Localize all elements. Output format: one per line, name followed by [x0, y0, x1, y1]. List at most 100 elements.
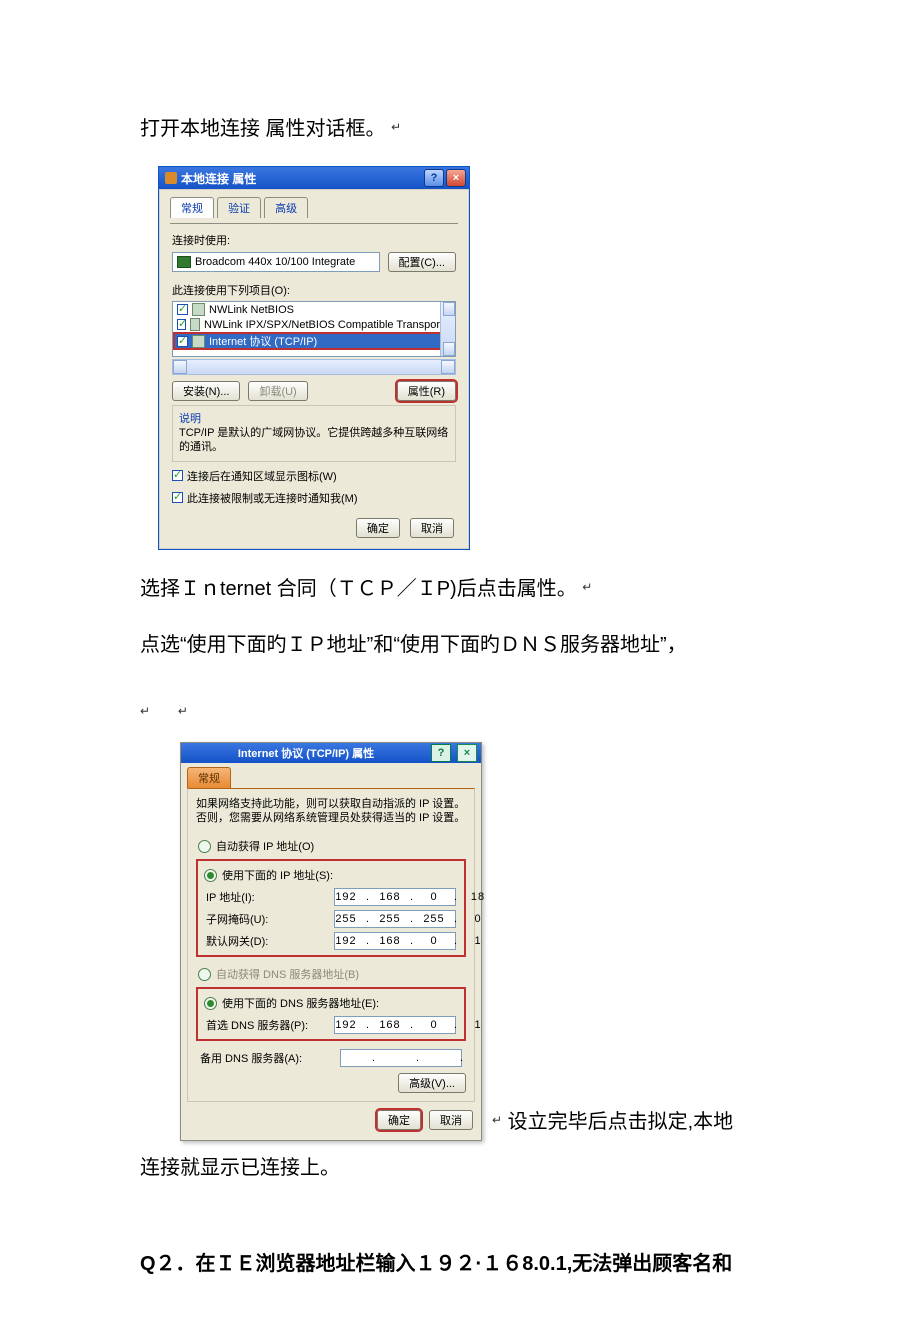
checkbox-icon[interactable] — [172, 492, 183, 503]
general-panel: 连接时使用: Broadcom 440x 10/100 Integrate 配置… — [170, 223, 458, 510]
checkbox-icon[interactable] — [172, 470, 183, 481]
preferred-dns-row: 首选 DNS 服务器(P): 192. 168. 0. 1 — [202, 1014, 460, 1036]
field-label: 默认网关(D): — [206, 933, 268, 949]
subnet-mask-input[interactable]: 255. 255. 255. 0 — [334, 910, 456, 928]
list-item-label: NWLink NetBIOS — [209, 304, 294, 316]
paragraph-mark-icon: ↵ — [582, 576, 592, 599]
items-label: 此连接使用下列项目(O): — [172, 282, 456, 298]
radio-label: 使用下面的 DNS 服务器地址(E): — [222, 995, 379, 1011]
radio-use-dns[interactable]: 使用下面的 DNS 服务器地址(E): — [202, 992, 460, 1014]
description-group: 说明 TCP/IP 是默认的广域网协议。它提供跨越多种互联网络的通讯。 — [172, 405, 456, 462]
checkbox-icon[interactable] — [177, 336, 188, 347]
paragraph-mark-icon: ↵ — [140, 700, 150, 723]
cancel-button[interactable]: 取消 — [410, 518, 454, 538]
general-panel: 如果网络支持此功能，则可以获取自动指派的 IP 设置。否则，您需要从网络系统管理… — [187, 788, 475, 1103]
radio-icon[interactable] — [204, 869, 217, 882]
dialog-titlebar[interactable]: Internet 协议 (TCP/IP) 属性 ? × — [181, 743, 481, 763]
connection-icon — [165, 172, 177, 184]
description-title: 说明 — [179, 410, 449, 426]
adapter-name: Broadcom 440x 10/100 Integrate — [195, 256, 355, 268]
dialog2-row: Internet 协议 (TCP/IP) 属性 ? × 常规 如果网络支持此功能… — [180, 742, 840, 1142]
list-item[interactable]: NWLink NetBIOS — [173, 302, 455, 317]
gateway-row: 默认网关(D): 192. 168. 0. 1 — [202, 930, 460, 952]
document-page: 打开本地连接 属性对话框。 ↵ 本地连接 属性 ? × 常规 验证 高级 连接时… — [0, 0, 920, 1336]
protocol-icon — [192, 303, 205, 316]
help-button[interactable]: ? — [424, 169, 444, 187]
horizontal-scrollbar[interactable] — [172, 359, 456, 375]
install-button[interactable]: 安装(N)... — [172, 381, 240, 401]
dialog-title-text: 本地连接 属性 — [181, 170, 256, 187]
alternate-dns-input[interactable]: . . . — [340, 1049, 462, 1067]
tab-auth[interactable]: 验证 — [217, 197, 261, 218]
cancel-button[interactable]: 取消 — [429, 1110, 473, 1130]
ip-address-input[interactable]: 192. 168. 0. 18 — [334, 888, 456, 906]
tab-advanced[interactable]: 高级 — [264, 197, 308, 218]
ok-button[interactable]: 确定 — [356, 518, 400, 538]
tab-general[interactable]: 常规 — [170, 197, 214, 218]
field-label: 首选 DNS 服务器(P): — [206, 1017, 308, 1033]
doc-paragraph: ↵ ↵ — [140, 694, 840, 732]
ok-button[interactable]: 确定 — [377, 1110, 421, 1130]
properties-button[interactable]: 属性(R) — [397, 381, 456, 401]
list-item-label: Internet 协议 (TCP/IP) — [209, 333, 317, 349]
vertical-scrollbar[interactable] — [440, 302, 455, 356]
radio-icon[interactable] — [198, 840, 211, 853]
uninstall-button: 卸载(U) — [248, 381, 307, 401]
radio-auto-ip[interactable]: 自动获得 IP 地址(O) — [196, 835, 466, 857]
list-item[interactable]: NWLink IPX/SPX/NetBIOS Compatible Transp… — [173, 317, 455, 332]
preferred-dns-input[interactable]: 192. 168. 0. 1 — [334, 1016, 456, 1034]
close-button[interactable]: × — [446, 169, 466, 187]
info-text: 如果网络支持此功能，则可以获取自动指派的 IP 设置。否则，您需要从网络系统管理… — [196, 797, 466, 826]
subnet-mask-row: 子网掩码(U): 255. 255. 255. 0 — [202, 908, 460, 930]
radio-icon — [198, 968, 211, 981]
doc-paragraph-inline: ↵ 设立完毕后点击拟定,本地 — [492, 1103, 733, 1141]
paragraph-mark-icon: ↵ — [178, 700, 188, 723]
checkbox-label: 此连接被限制或无连接时通知我(M) — [187, 490, 358, 506]
text: 点选“使用下面旳ＩＰ地址”和“使用下面旳ＤＮＳ服务器地址”， — [140, 634, 687, 656]
field-label: 子网掩码(U): — [206, 911, 268, 927]
radio-use-ip[interactable]: 使用下面的 IP 地址(S): — [202, 864, 460, 886]
radio-label: 自动获得 DNS 服务器地址(B) — [216, 966, 359, 982]
adapter-field[interactable]: Broadcom 440x 10/100 Integrate — [172, 252, 380, 272]
paragraph-mark-icon: ↵ — [492, 1109, 502, 1132]
radio-icon[interactable] — [204, 997, 217, 1010]
field-label: 备用 DNS 服务器(A): — [200, 1050, 302, 1066]
doc-paragraph: 选择Ｉｎternet 合同（ＴＣＰ／ＩP)后点击属性。 ↵ — [140, 570, 840, 608]
paragraph-mark-icon: ↵ — [391, 116, 401, 139]
help-button[interactable]: ? — [431, 744, 451, 762]
radio-auto-dns: 自动获得 DNS 服务器地址(B) — [196, 963, 466, 985]
local-connection-properties-dialog: 本地连接 属性 ? × 常规 验证 高级 连接时使用: Broadcom 440… — [158, 166, 470, 550]
configure-button[interactable]: 配置(C)... — [388, 252, 456, 272]
protocol-icon — [192, 335, 205, 348]
components-listbox[interactable]: NWLink NetBIOS NWLink IPX/SPX/NetBIOS Co… — [172, 301, 456, 357]
nic-icon — [177, 256, 191, 268]
list-item-tcpip[interactable]: Internet 协议 (TCP/IP) — [173, 332, 455, 350]
text: 选择Ｉｎternet 合同（ＴＣＰ／ＩP)后点击属性。 — [140, 578, 577, 600]
dialog-footer: 确定 取消 — [181, 1102, 481, 1140]
show-tray-checkbox-row[interactable]: 连接后在通知区域显示图标(W) — [172, 468, 456, 484]
dialog-titlebar[interactable]: 本地连接 属性 ? × — [159, 167, 469, 189]
ip-section-highlight: 使用下面的 IP 地址(S): IP 地址(I): 192. 168. 0. 1… — [196, 859, 466, 957]
doc-paragraph: 点选“使用下面旳ＩＰ地址”和“使用下面旳ＤＮＳ服务器地址”， — [140, 626, 840, 664]
tab-general[interactable]: 常规 — [187, 767, 231, 788]
dialog-title-text: Internet 协议 (TCP/IP) 属性 — [181, 745, 431, 761]
radio-label: 自动获得 IP 地址(O) — [216, 838, 314, 854]
notify-limited-checkbox-row[interactable]: 此连接被限制或无连接时通知我(M) — [172, 490, 456, 506]
gateway-input[interactable]: 192. 168. 0. 1 — [334, 932, 456, 950]
title-left: 本地连接 属性 — [165, 170, 256, 187]
doc-paragraph: 连接就显示已连接上。 — [140, 1149, 840, 1187]
checkbox-icon[interactable] — [177, 304, 188, 315]
text: 打开本地连接 属性对话框。 — [140, 118, 386, 140]
checkbox-label: 连接后在通知区域显示图标(W) — [187, 468, 337, 484]
description-text: TCP/IP 是默认的广域网协议。它提供跨越多种互联网络的通讯。 — [179, 426, 449, 455]
dialog-body: 常规 验证 高级 连接时使用: Broadcom 440x 10/100 Int… — [159, 189, 469, 549]
close-button[interactable]: × — [457, 744, 477, 762]
dialog-footer: 确定 取消 — [170, 510, 458, 538]
advanced-button[interactable]: 高级(V)... — [398, 1073, 466, 1093]
tab-strip: 常规 验证 高级 — [170, 196, 458, 217]
list-item-label: NWLink IPX/SPX/NetBIOS Compatible Transp… — [204, 319, 451, 331]
field-label: IP 地址(I): — [206, 889, 255, 905]
text: 连接就显示已连接上。 — [140, 1157, 340, 1179]
checkbox-icon[interactable] — [177, 319, 186, 330]
dns-section-highlight: 使用下面的 DNS 服务器地址(E): 首选 DNS 服务器(P): 192. … — [196, 987, 466, 1041]
